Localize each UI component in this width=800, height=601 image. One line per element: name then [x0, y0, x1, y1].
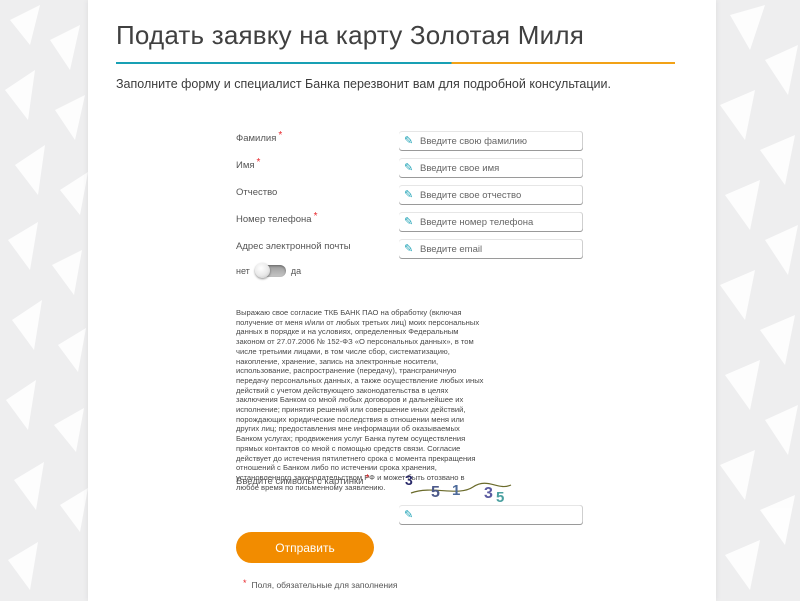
surname-placeholder: Введите свою фамилию	[420, 135, 528, 147]
surname-label: Фамилия *	[236, 130, 283, 144]
consent-toggle-group: нет да	[236, 263, 302, 278]
pencil-icon: ✎	[404, 242, 414, 255]
toggle-on-label: да	[290, 266, 302, 276]
required-footnote: * Поля, обязательные для заполнения	[243, 578, 398, 590]
pencil-icon: ✎	[404, 161, 414, 174]
captcha-char: 1	[452, 482, 460, 499]
footnote-text: Поля, обязательные для заполнения	[251, 580, 398, 590]
phone-label-text: Номер телефона	[236, 214, 312, 225]
page-title: Подать заявку на карту Золотая Миля	[116, 20, 584, 50]
required-marker: *	[278, 130, 283, 141]
required-marker: *	[243, 578, 247, 588]
email-placeholder: Введите email	[420, 243, 483, 255]
email-input[interactable]: ✎ Введите email	[399, 239, 583, 259]
patronymic-input[interactable]: ✎ Введите свое отчество	[399, 185, 583, 205]
consent-toggle[interactable]	[254, 263, 286, 278]
captcha-image: 3 5 1 3 5	[403, 471, 513, 506]
required-marker: *	[313, 211, 318, 222]
phone-placeholder: Введите номер телефона	[420, 216, 534, 228]
captcha-label: Введите символы с картинки *	[236, 473, 370, 487]
patronymic-placeholder: Введите свое отчество	[420, 189, 522, 201]
surname-input[interactable]: ✎ Введите свою фамилию	[399, 131, 583, 151]
background-pattern-left	[0, 0, 90, 601]
pencil-icon: ✎	[404, 508, 414, 521]
name-input[interactable]: ✎ Введите свое имя	[399, 158, 583, 178]
consent-text: Выражаю свое согласие ТКБ БАНК ПАО на об…	[236, 308, 484, 492]
required-marker: *	[365, 473, 370, 484]
captcha-char: 5	[496, 489, 504, 505]
background-pattern-right	[710, 0, 800, 601]
name-label: Имя *	[236, 157, 261, 171]
name-placeholder: Введите свое имя	[420, 162, 500, 174]
toggle-knob[interactable]	[254, 263, 270, 278]
patronymic-label: Отчество	[236, 187, 277, 198]
captcha-input[interactable]: ✎	[399, 505, 583, 525]
pencil-icon: ✎	[404, 134, 414, 147]
surname-label-text: Фамилия	[236, 133, 277, 144]
captcha-char: 3	[405, 472, 413, 488]
pencil-icon: ✎	[404, 215, 414, 228]
phone-label: Номер телефона *	[236, 211, 318, 225]
name-label-text: Имя	[236, 160, 255, 171]
phone-input[interactable]: ✎ Введите номер телефона	[399, 212, 583, 232]
patronymic-label-text: Отчество	[236, 187, 278, 198]
captcha-char: 3	[484, 485, 493, 502]
email-label-text: Адрес электронной почты	[236, 241, 351, 252]
title-divider	[116, 62, 675, 64]
toggle-off-label: нет	[236, 266, 250, 276]
captcha-char: 5	[431, 484, 440, 501]
required-marker: *	[256, 157, 261, 168]
submit-button[interactable]: Отправить	[236, 532, 374, 563]
page-subtitle: Заполните форму и специалист Банка перез…	[116, 77, 611, 91]
pencil-icon: ✎	[404, 188, 414, 201]
email-label: Адрес электронной почты	[236, 241, 351, 252]
captcha-label-text: Введите символы с картинки	[236, 476, 364, 487]
